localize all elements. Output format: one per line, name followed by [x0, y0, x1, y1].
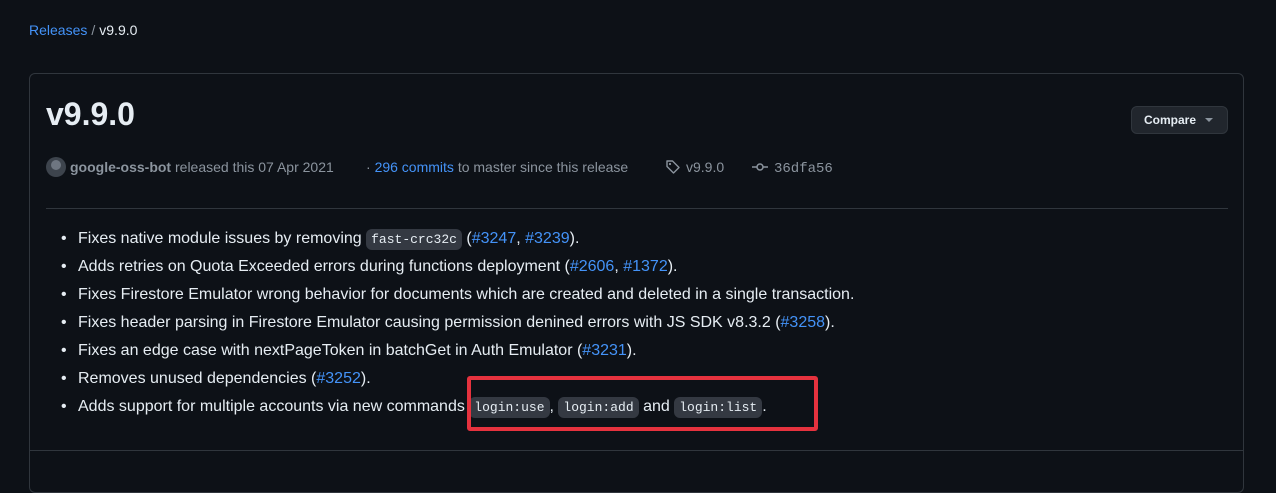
highlight-annotation: [467, 376, 818, 431]
breadcrumb-releases-link[interactable]: Releases: [29, 22, 87, 38]
author-link[interactable]: google-oss-bot: [70, 159, 171, 175]
note-text: ,: [516, 230, 526, 247]
release-meta: google-oss-bot released this 07 Apr 2021…: [46, 157, 1226, 177]
breadcrumb-current: v9.9.0: [99, 22, 138, 38]
compare-button[interactable]: Compare: [1131, 106, 1228, 134]
issue-link[interactable]: #2606: [570, 258, 615, 275]
release-note-item: Fixes native module issues by removing f…: [61, 225, 1178, 253]
commit-icon: [752, 163, 768, 171]
tag-icon: [666, 160, 680, 174]
issue-link[interactable]: #1372: [623, 258, 668, 275]
issue-link[interactable]: #3247: [472, 230, 517, 247]
note-text: ).: [360, 370, 371, 387]
breadcrumb-separator: /: [91, 22, 96, 38]
issue-link[interactable]: #3252: [316, 370, 361, 387]
note-text: ).: [825, 314, 835, 331]
commits-text: to master since this release: [457, 159, 629, 175]
avatar[interactable]: [46, 157, 66, 177]
chevron-down-icon: [1205, 118, 1214, 122]
note-text: Fixes header parsing in Firestore Emulat…: [78, 314, 781, 331]
commit-sha: 36dfa56: [774, 161, 833, 177]
release-card: v9.9.0 Compare google-oss-bot released t…: [29, 73, 1244, 493]
release-note-item: Fixes header parsing in Firestore Emulat…: [61, 309, 1178, 337]
inline-code: fast-crc32c: [366, 229, 462, 250]
note-text: Fixes an edge case with nextPageToken in…: [78, 342, 583, 359]
tag-group[interactable]: v9.9.0: [665, 157, 724, 177]
note-text: ).: [667, 258, 678, 275]
release-title: v9.9.0: [46, 96, 135, 132]
commits-link[interactable]: 296 commits: [375, 159, 454, 175]
note-text: Adds support for multiple accounts via n…: [78, 398, 470, 415]
tag-label: v9.9.0: [686, 159, 725, 175]
note-text: (: [461, 230, 472, 247]
release-note-item: Fixes an edge case with nextPageToken in…: [61, 337, 1178, 365]
release-note-item: Fixes Firestore Emulator wrong behavior …: [61, 281, 1178, 309]
release-note-item: Adds retries on Quota Exceeded errors du…: [61, 253, 1178, 281]
note-text: ).: [569, 230, 580, 247]
note-text: Adds retries on Quota Exceeded errors du…: [78, 258, 570, 275]
breadcrumb: Releases / v9.9.0: [29, 22, 137, 38]
commit-group[interactable]: 36dfa56: [752, 157, 833, 179]
compare-label: Compare: [1144, 113, 1197, 127]
issue-link[interactable]: #3231: [582, 342, 627, 359]
note-text: ,: [614, 258, 624, 275]
issue-link[interactable]: #3239: [525, 230, 570, 247]
note-text: Fixes Firestore Emulator wrong behavior …: [78, 286, 855, 303]
released-text: released this 07 Apr 2021: [175, 159, 334, 175]
commits-separator: ·: [366, 159, 371, 175]
divider: [46, 208, 1228, 209]
note-text: ).: [626, 342, 637, 359]
card-footer-divider: [30, 450, 1243, 451]
issue-link[interactable]: #3258: [781, 314, 826, 331]
note-text: Fixes native module issues by removing: [78, 230, 367, 247]
note-text: Removes unused dependencies (: [78, 370, 317, 387]
